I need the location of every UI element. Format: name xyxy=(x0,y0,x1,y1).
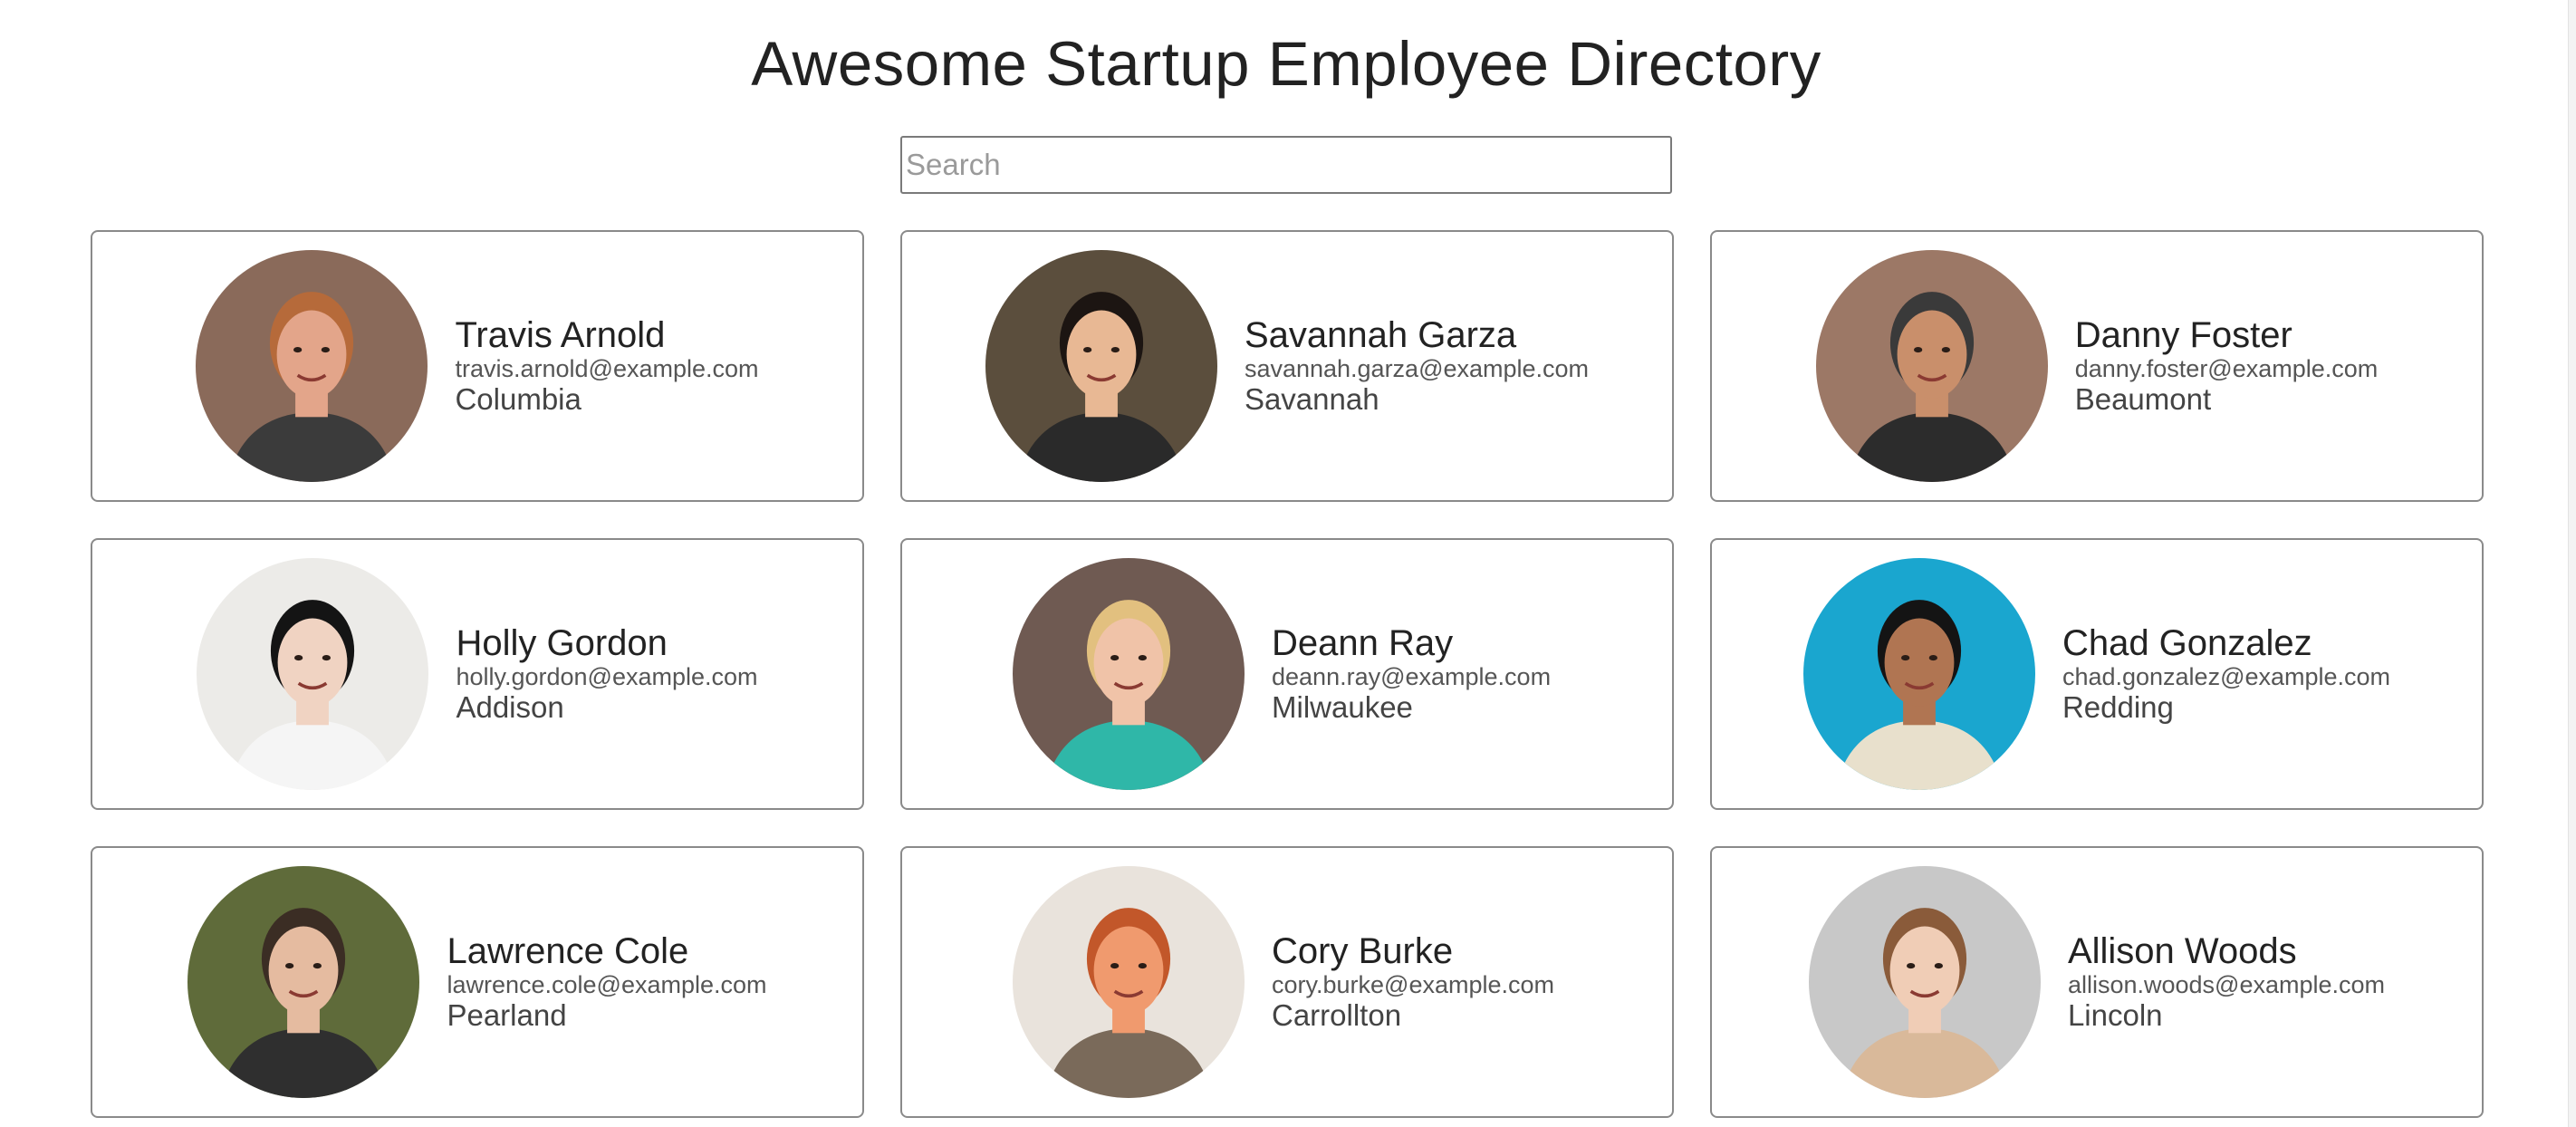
employee-card[interactable]: Travis Arnold travis.arnold@example.com Co… xyxy=(91,230,864,502)
employee-card[interactable]: Chad Gonzalez chad.gonzalez@example.com Re… xyxy=(1710,538,2484,810)
avatar xyxy=(1808,866,2041,1098)
employee-name: Savannah Garza xyxy=(1244,315,1517,355)
employee-email: chad.gonzalez@example.com xyxy=(2062,663,2391,690)
avatar xyxy=(1013,866,1245,1098)
employee-directory-page: Awesome Startup Employee Directory Travi… xyxy=(0,0,2576,1127)
employee-email: lawrence.cole@example.com xyxy=(447,971,767,998)
employee-city: Pearland xyxy=(447,998,567,1032)
employee-name: Chad Gonzalez xyxy=(2062,623,2312,663)
employee-email: allison.woods@example.com xyxy=(2067,971,2386,998)
employee-info: Holly Gordon holly.gordon@example.com Addi… xyxy=(456,623,757,725)
employee-name: Cory Burke xyxy=(1272,931,1454,971)
employee-info: Travis Arnold travis.arnold@example.com Co… xyxy=(455,315,758,417)
employee-card[interactable]: Cory Burke cory.burke@example.com Carrollt… xyxy=(900,846,1674,1118)
employee-info: Danny Foster danny.foster@example.com Beau… xyxy=(2075,315,2379,417)
page-scrollbar[interactable] xyxy=(2568,0,2576,1127)
employee-info: Allison Woods allison.woods@example.com Li… xyxy=(2068,931,2385,1033)
avatar xyxy=(1802,558,2035,790)
employee-email: travis.arnold@example.com xyxy=(455,355,759,382)
employee-name: Travis Arnold xyxy=(455,315,666,355)
employee-name: Allison Woods xyxy=(2067,931,2297,971)
employee-info: Cory Burke cory.burke@example.com Carrollt… xyxy=(1272,931,1562,1033)
employee-info: Deann Ray deann.ray@example.com Milwaukee xyxy=(1272,623,1562,725)
search-input[interactable] xyxy=(900,136,1672,194)
employee-email: holly.gordon@example.com xyxy=(456,663,758,690)
avatar xyxy=(1013,558,1245,790)
employee-city: Addison xyxy=(456,690,564,724)
avatar xyxy=(985,250,1217,482)
page-title: Awesome Startup Employee Directory xyxy=(751,29,1821,99)
employee-city: Carrollton xyxy=(1272,998,1402,1032)
employee-name: Holly Gordon xyxy=(456,623,668,663)
avatar xyxy=(197,558,429,790)
employee-info: Lawrence Cole lawrence.cole@example.com Pe… xyxy=(447,931,766,1033)
employee-card[interactable]: Allison Woods allison.woods@example.com Li… xyxy=(1710,846,2484,1118)
employee-card[interactable]: Holly Gordon holly.gordon@example.com Addi… xyxy=(91,538,864,810)
avatar xyxy=(187,866,420,1098)
employee-city: Redding xyxy=(2062,690,2174,724)
employee-email: savannah.garza@example.com xyxy=(1244,355,1590,382)
employee-name: Danny Foster xyxy=(2074,315,2292,355)
employee-card[interactable]: Savannah Garza savannah.garza@example.com… xyxy=(900,230,1674,502)
employee-name: Deann Ray xyxy=(1272,623,1454,663)
employee-card[interactable]: Lawrence Cole lawrence.cole@example.com Pe… xyxy=(91,846,864,1118)
employee-card[interactable]: Deann Ray deann.ray@example.com Milwaukee xyxy=(900,538,1674,810)
employee-city: Columbia xyxy=(455,382,582,416)
employee-email: cory.burke@example.com xyxy=(1272,971,1555,998)
employee-city: Beaumont xyxy=(2074,382,2212,416)
employee-name: Lawrence Cole xyxy=(447,931,689,971)
employee-info: Savannah Garza savannah.garza@example.com… xyxy=(1245,315,1589,417)
avatar xyxy=(196,250,428,482)
employee-city: Savannah xyxy=(1244,382,1379,416)
avatar xyxy=(1815,250,2048,482)
employee-city: Milwaukee xyxy=(1272,690,1413,724)
employee-email: deann.ray@example.com xyxy=(1272,663,1552,690)
employee-email: danny.foster@example.com xyxy=(2074,355,2379,382)
employee-card[interactable]: Danny Foster danny.foster@example.com Beau… xyxy=(1710,230,2484,502)
employee-info: Chad Gonzalez chad.gonzalez@example.com Re… xyxy=(2062,623,2390,725)
employee-city: Lincoln xyxy=(2067,998,2163,1032)
employee-grid: Travis Arnold travis.arnold@example.com Co… xyxy=(91,230,2484,1118)
